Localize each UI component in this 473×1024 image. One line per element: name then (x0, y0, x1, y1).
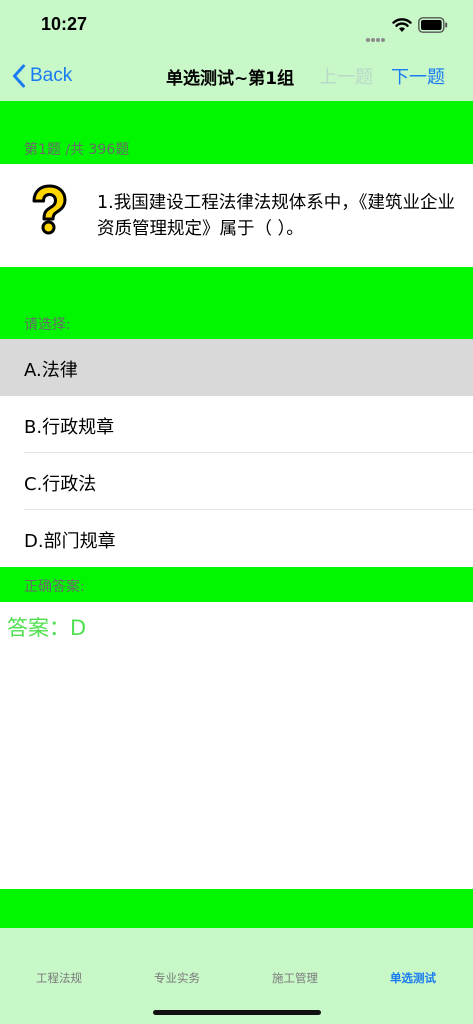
question-card: 1.我国建设工程法律法规体系中，《建筑业企业资质管理规定》属于（ ）。 (0, 164, 473, 267)
bottom-band (0, 889, 473, 928)
tab-construction-management[interactable]: 施工管理 (236, 970, 354, 986)
option-b-label: B.行政规章 (24, 417, 115, 438)
question-counter: 第1题 /共 396题 (24, 142, 130, 158)
option-a-label: A.法律 (24, 360, 78, 381)
cellular-signal-icon (366, 27, 388, 42)
page-title: 单选测试~第1组 (166, 69, 295, 89)
answer-header: 正确答案: (24, 579, 85, 595)
question-text: 1.我国建设工程法律法规体系中，《建筑业企业资质管理规定》属于（ ）。 (97, 193, 455, 239)
chevron-left-icon (13, 64, 25, 88)
status-bar: 10:27 (0, 0, 473, 50)
option-c[interactable]: C.行政法 (0, 453, 473, 510)
option-a[interactable]: A.法律 (0, 339, 473, 396)
option-d-label: D.部门规章 (24, 531, 116, 552)
option-c-label: C.行政法 (24, 474, 97, 495)
question-mark-icon (32, 184, 67, 235)
choose-prompt-band: 请选择: (0, 267, 473, 339)
navigation-bar: Back 单选测试~第1组 上一题 下一题 (0, 50, 473, 101)
answer-text: 答案：D (7, 616, 87, 640)
status-time: 10:27 (41, 14, 88, 34)
tab-single-choice-test[interactable]: 单选测试 (354, 970, 472, 986)
wifi-icon (392, 18, 412, 32)
option-d[interactable]: D.部门规章 (0, 510, 473, 567)
battery-icon (418, 17, 448, 33)
choose-prompt: 请选择: (24, 317, 71, 333)
tab-engineering-law[interactable]: 工程法规 (0, 970, 118, 986)
tab-professional-practice[interactable]: 专业实务 (118, 970, 236, 986)
back-button[interactable]: Back (12, 62, 72, 90)
prev-question-button[interactable]: 上一题 (319, 63, 373, 89)
answer-header-band: 正确答案: (0, 567, 473, 602)
option-b[interactable]: B.行政规章 (0, 396, 473, 453)
back-label: Back (30, 65, 73, 86)
next-question-button[interactable]: 下一题 (391, 63, 445, 89)
question-counter-band: 第1题 /共 396题 (0, 101, 473, 164)
home-indicator (153, 1010, 321, 1015)
